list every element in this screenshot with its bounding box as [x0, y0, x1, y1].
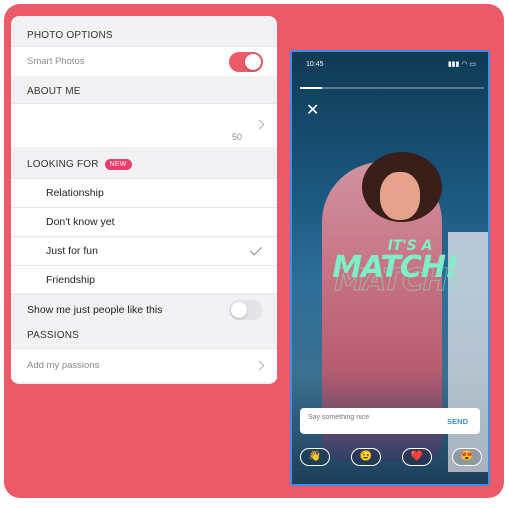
show-like-me-row: Show me just people like this	[11, 294, 277, 324]
add-passions-row[interactable]: Add my passions	[11, 348, 277, 382]
looking-for-option[interactable]: Don't know yet	[11, 207, 277, 236]
status-time: 10:45	[306, 61, 324, 68]
new-badge: NEW	[104, 159, 132, 170]
message-box: SEND	[300, 408, 480, 434]
toggle-knob	[245, 54, 261, 70]
looking-for-option-selected[interactable]: Just for fun	[11, 236, 277, 265]
about-me-char-count: 50	[232, 132, 243, 142]
option-label: Friendship	[46, 274, 96, 286]
toggle-knob	[231, 302, 247, 318]
message-input[interactable]	[306, 413, 440, 422]
smart-photos-label: Smart Photos	[27, 56, 85, 67]
option-label: Relationship	[46, 187, 104, 199]
status-bar: 10:45 ▮▮▮ ◠ ▭	[292, 52, 488, 78]
phone-mockup: 10:45 ▮▮▮ ◠ ▭ ✕ IT'S A MATCH! MATCH! SEN…	[290, 50, 490, 486]
passions-heading: PASSIONS	[27, 330, 79, 341]
add-passions-label: Add my passions	[27, 360, 100, 371]
looking-for-option[interactable]: Friendship	[11, 265, 277, 293]
match-echo-text: MATCH!	[334, 263, 461, 299]
about-me-field[interactable]: 50	[11, 103, 277, 147]
about-me-heading: ABOUT ME	[27, 86, 81, 97]
option-label: Don't know yet	[46, 216, 115, 228]
looking-for-heading-text: LOOKING FOR	[27, 159, 99, 171]
checkmark-icon	[249, 243, 263, 256]
looking-for-option[interactable]: Relationship	[11, 178, 277, 207]
send-button[interactable]: SEND	[447, 417, 468, 426]
heart-eyes-emoji-button[interactable]: 😍	[452, 448, 482, 466]
close-icon[interactable]: ✕	[306, 100, 319, 120]
chevron-right-icon	[254, 360, 265, 371]
looking-for-heading: LOOKING FOR NEW	[11, 159, 277, 170]
show-like-me-label: Show me just people like this	[27, 304, 163, 316]
profile-photo-face	[380, 172, 420, 220]
chevron-right-icon	[254, 119, 265, 130]
story-progress-fill	[300, 87, 323, 89]
settings-panel: PHOTO OPTIONS Smart Photos ABOUT ME 50 L…	[11, 16, 277, 384]
option-label: Just for fun	[46, 245, 98, 257]
heart-emoji-button[interactable]: ❤️	[402, 448, 432, 466]
photo-options-heading: PHOTO OPTIONS	[27, 30, 113, 41]
wink-emoji-button[interactable]: 😉	[351, 448, 381, 466]
story-progress-bar	[300, 87, 484, 89]
wave-emoji-button[interactable]: 👋	[300, 448, 330, 466]
smart-photos-toggle[interactable]	[229, 52, 263, 72]
signal-wifi-battery-icon: ▮▮▮ ◠ ▭	[447, 61, 476, 68]
show-like-me-toggle[interactable]	[229, 300, 263, 320]
emoji-reactions: 👋 😉 ❤️ 😍	[300, 448, 482, 468]
match-banner: IT'S A MATCH! MATCH!	[292, 238, 488, 299]
smart-photos-row: Smart Photos	[11, 46, 277, 76]
